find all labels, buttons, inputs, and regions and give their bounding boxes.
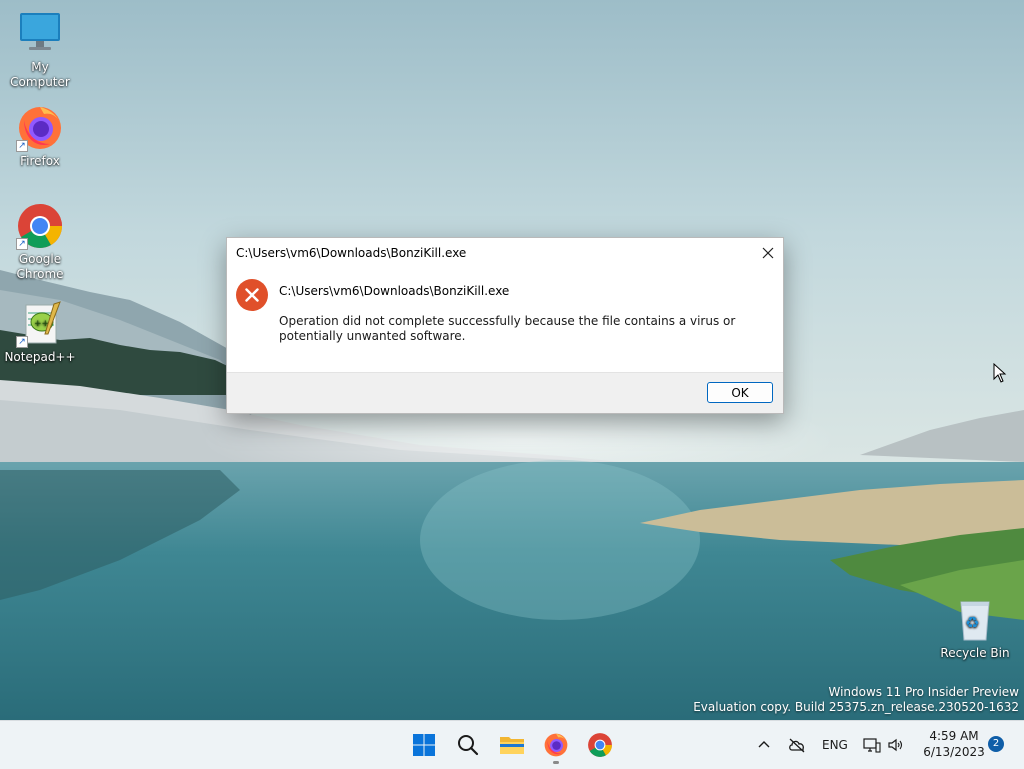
search-icon — [458, 735, 479, 756]
desktop-icon-label: Firefox — [20, 154, 60, 168]
dialog-body: C:\Users\vm6\Downloads\BonziKill.exe Ope… — [227, 267, 783, 372]
clock[interactable]: 4:59 AM 6/13/2023 — [912, 728, 996, 760]
shortcut-arrow-icon: ↗ — [16, 336, 28, 348]
dialog-titlebar[interactable]: C:\Users\vm6\Downloads\BonziKill.exe — [227, 238, 783, 267]
error-dialog: C:\Users\vm6\Downloads\BonziKill.exe C:\… — [226, 237, 784, 414]
file-path-text: C:\Users\vm6\Downloads\BonziKill.exe — [279, 284, 510, 298]
onedrive-status[interactable] — [787, 721, 807, 769]
desktop-icon-firefox[interactable]: ↗ Firefox — [0, 104, 80, 169]
desktop-icon-recycle-bin[interactable]: ♻ Recycle Bin — [935, 596, 1015, 661]
watermark-edition: Windows 11 Pro Insider Preview — [828, 685, 1019, 699]
desktop-icon-notepad-plus-plus[interactable]: ++ ↗ Notepad++ — [0, 300, 80, 365]
network-button[interactable] — [863, 721, 881, 769]
taskbar: ENG 4:59 AM 6/13/2023 — [0, 720, 1024, 769]
notification-badge[interactable]: 2 — [988, 736, 1004, 752]
chrome-icon — [588, 733, 612, 757]
input-language[interactable]: ENG — [822, 721, 848, 769]
folder-icon — [500, 737, 524, 754]
dialog-footer: OK — [227, 372, 783, 413]
speaker-icon — [888, 738, 903, 752]
notepad-plus-plus-icon: ++ ↗ — [16, 300, 64, 348]
desktop-icon-label: Notepad++ — [4, 350, 76, 364]
running-indicator — [553, 761, 559, 764]
svg-text:♻: ♻ — [965, 613, 979, 632]
desktop-icon-label: Recycle Bin — [940, 646, 1010, 660]
error-icon — [236, 279, 268, 311]
firefox-icon: ↗ — [16, 104, 64, 152]
shortcut-arrow-icon: ↗ — [16, 238, 28, 250]
show-hidden-icons-button[interactable] — [756, 721, 772, 769]
chrome-icon: ↗ — [16, 202, 64, 250]
language-indicator: ENG — [822, 738, 848, 752]
chevron-up-icon — [758, 741, 770, 748]
mouse-cursor-icon — [993, 362, 1007, 386]
start-button[interactable] — [404, 725, 444, 765]
ok-button[interactable]: OK — [707, 382, 773, 403]
taskbar-firefox[interactable] — [536, 725, 576, 765]
shortcut-arrow-icon: ↗ — [16, 140, 28, 152]
monitor-icon — [16, 10, 64, 58]
close-button[interactable] — [753, 238, 783, 267]
close-icon — [762, 247, 774, 258]
taskbar-chrome[interactable] — [580, 725, 620, 765]
windows-logo-icon — [413, 734, 435, 756]
desktop-icon-my-computer[interactable]: My Computer — [0, 10, 80, 90]
search-button[interactable] — [448, 725, 488, 765]
clock-time: 4:59 AM — [929, 729, 979, 743]
error-message: Operation did not complete successfully … — [279, 314, 736, 343]
network-icon — [863, 738, 881, 753]
cloud-offline-icon — [789, 738, 805, 753]
evaluation-watermark: Windows 11 Pro Insider Preview Evaluatio… — [693, 685, 1019, 715]
dialog-title: C:\Users\vm6\Downloads\BonziKill.exe — [236, 246, 467, 260]
volume-button[interactable] — [887, 721, 905, 769]
desktop-icon-google-chrome[interactable]: ↗ Google Chrome — [0, 202, 80, 282]
desktop-icon-label: Google Chrome — [16, 252, 64, 281]
watermark-build: Evaluation copy. Build 25375.zn_release.… — [693, 700, 1019, 714]
taskbar-file-explorer[interactable] — [492, 725, 532, 765]
desktop-icon-label: My Computer — [10, 60, 70, 89]
recycle-bin-icon: ♻ — [951, 596, 999, 644]
firefox-icon — [544, 733, 568, 757]
clock-date: 6/13/2023 — [923, 745, 985, 759]
